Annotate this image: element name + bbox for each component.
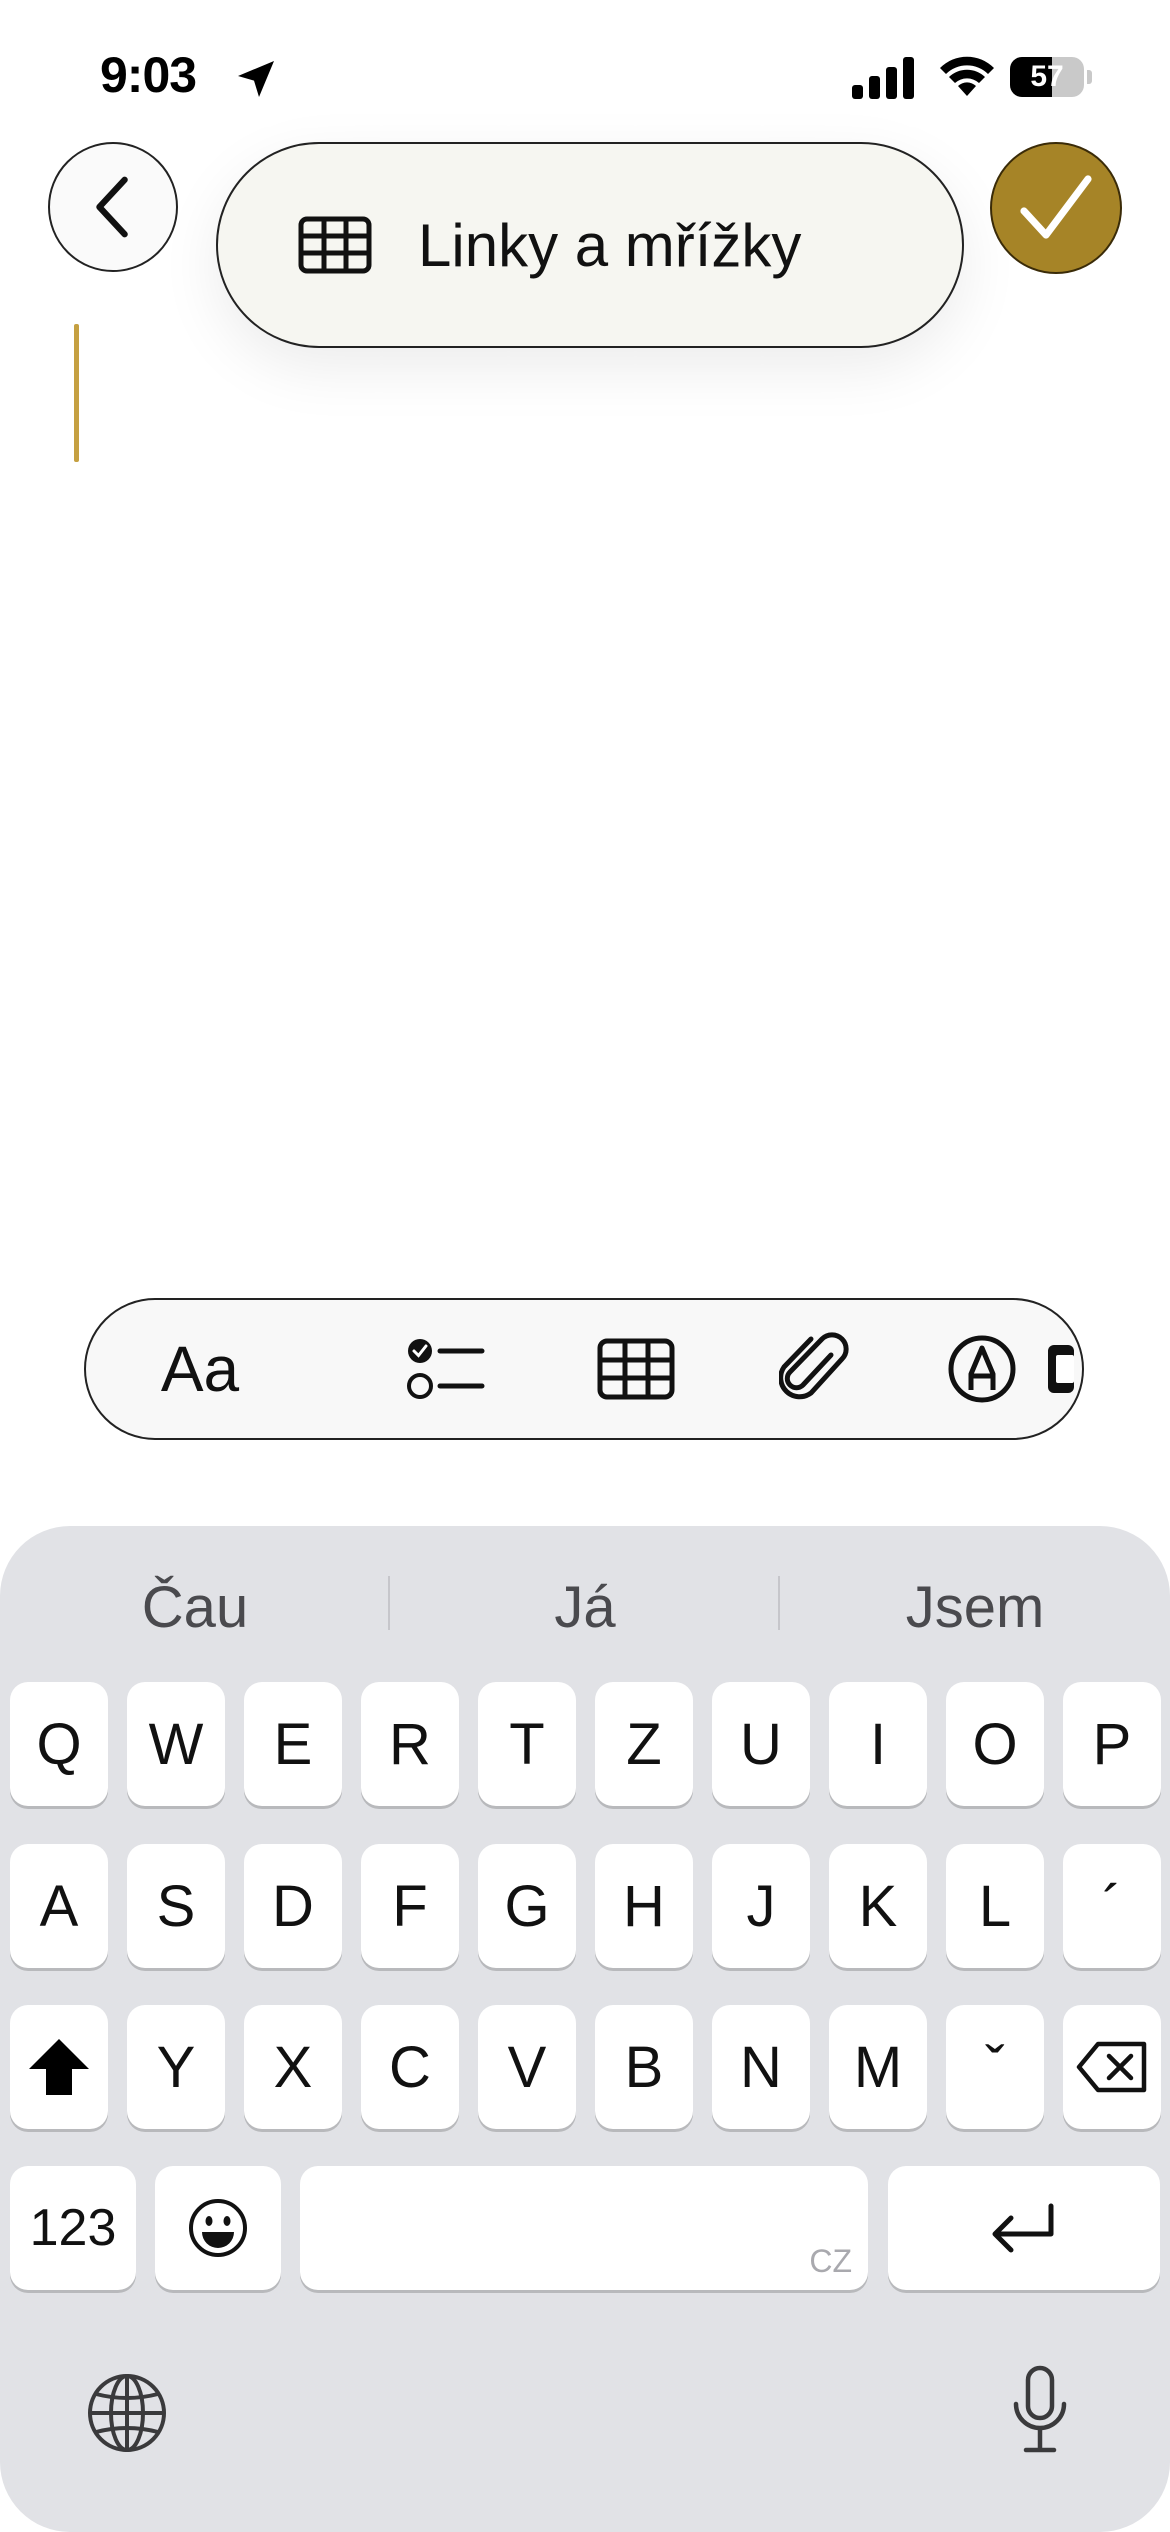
suggestion-3[interactable]: Jsem bbox=[780, 1568, 1170, 1648]
key[interactable]: W bbox=[127, 1682, 225, 1806]
key[interactable]: X bbox=[244, 2005, 342, 2129]
key[interactable]: S bbox=[127, 1844, 225, 1968]
suggestion-1[interactable]: Čau bbox=[0, 1568, 390, 1648]
status-time: 9:03 bbox=[100, 47, 197, 103]
text-format-button[interactable]: Aa bbox=[130, 1300, 270, 1438]
return-key[interactable] bbox=[888, 2166, 1160, 2290]
cellular-signal-icon bbox=[852, 57, 914, 99]
return-icon bbox=[992, 2203, 1054, 2253]
globe-icon[interactable] bbox=[86, 2372, 168, 2454]
more-icon bbox=[1048, 1345, 1074, 1393]
key[interactable]: J bbox=[712, 1844, 810, 1968]
text-cursor[interactable] bbox=[74, 324, 79, 462]
key[interactable]: I bbox=[829, 1682, 927, 1806]
space-language-label: CZ bbox=[809, 2243, 852, 2279]
key[interactable]: T bbox=[478, 1682, 576, 1806]
wifi-icon bbox=[940, 56, 994, 96]
key[interactable]: N bbox=[712, 2005, 810, 2129]
attachment-button[interactable] bbox=[754, 1300, 874, 1438]
key[interactable]: U bbox=[712, 1682, 810, 1806]
key[interactable]: K bbox=[829, 1844, 927, 1968]
emoji-key[interactable] bbox=[155, 2166, 281, 2290]
key[interactable]: P bbox=[1063, 1682, 1161, 1806]
lines-and-grids-menu[interactable]: Linky a mřížky bbox=[216, 142, 964, 348]
key[interactable]: ´ bbox=[1063, 1844, 1161, 1968]
microphone-icon[interactable] bbox=[1010, 2364, 1070, 2456]
battery-icon: 57 bbox=[1010, 57, 1092, 97]
done-button[interactable] bbox=[990, 142, 1122, 274]
key[interactable]: F bbox=[361, 1844, 459, 1968]
key[interactable]: O bbox=[946, 1682, 1044, 1806]
suggestion-2[interactable]: Já bbox=[390, 1568, 780, 1648]
formatting-toolbar: Aa bbox=[84, 1298, 1084, 1440]
key[interactable]: V bbox=[478, 2005, 576, 2129]
key[interactable]: E bbox=[244, 1682, 342, 1806]
key[interactable]: B bbox=[595, 2005, 693, 2129]
backspace-icon bbox=[1076, 2041, 1147, 2093]
key[interactable]: R bbox=[361, 1682, 459, 1806]
checklist-icon bbox=[407, 1339, 485, 1399]
table-icon bbox=[597, 1338, 675, 1400]
key[interactable]: Q bbox=[10, 1682, 108, 1806]
key[interactable]: C bbox=[361, 2005, 459, 2129]
popup-label: Linky a mřížky bbox=[418, 211, 802, 279]
emoji-icon bbox=[189, 2199, 247, 2257]
shift-icon bbox=[29, 2039, 89, 2095]
numbers-key[interactable]: 123 bbox=[10, 2166, 136, 2290]
more-tools-button[interactable] bbox=[1044, 1300, 1082, 1438]
checklist-button[interactable] bbox=[386, 1300, 506, 1438]
key[interactable]: G bbox=[478, 1844, 576, 1968]
key[interactable]: ˇ bbox=[946, 2005, 1044, 2129]
table-grid-icon bbox=[298, 216, 372, 274]
markup-pen-icon bbox=[948, 1335, 1016, 1403]
key[interactable]: Y bbox=[127, 2005, 225, 2129]
table-button[interactable] bbox=[576, 1300, 696, 1438]
key[interactable]: H bbox=[595, 1844, 693, 1968]
key[interactable]: A bbox=[10, 1844, 108, 1968]
key[interactable]: L bbox=[946, 1844, 1044, 1968]
battery-percent: 57 bbox=[1030, 60, 1064, 93]
key[interactable]: D bbox=[244, 1844, 342, 1968]
paperclip-icon bbox=[779, 1332, 849, 1400]
markup-button[interactable] bbox=[922, 1300, 1042, 1438]
space-key[interactable]: CZ bbox=[300, 2166, 868, 2290]
back-button[interactable] bbox=[48, 142, 178, 272]
key[interactable]: M bbox=[829, 2005, 927, 2129]
location-arrow-icon bbox=[238, 61, 274, 97]
delete-key[interactable] bbox=[1063, 2005, 1161, 2129]
shift-key[interactable] bbox=[10, 2005, 108, 2129]
checkmark-icon bbox=[1020, 175, 1092, 239]
key[interactable]: Z bbox=[595, 1682, 693, 1806]
chevron-left-icon bbox=[96, 176, 128, 238]
